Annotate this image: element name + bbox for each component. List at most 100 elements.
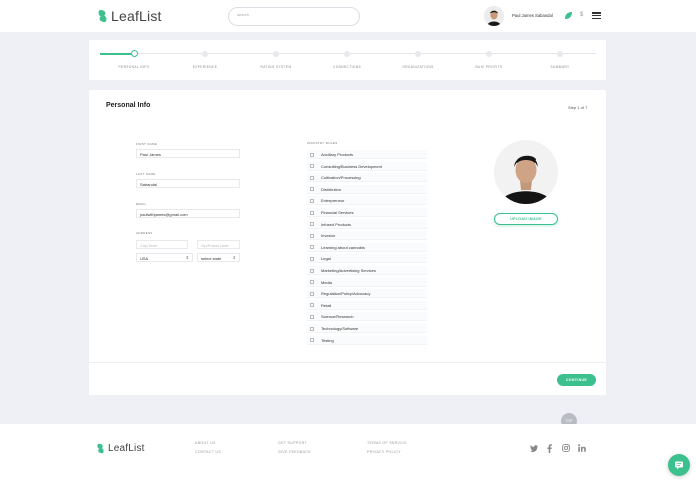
footer-logo[interactable]: LeafList [96,443,145,454]
footer-link-contact[interactable]: CONTACT US [195,450,221,454]
step-label[interactable]: PERSONAL INFO [119,65,150,69]
industry-roles-label: INDUSTRY ROLES [307,141,338,145]
checkbox[interactable] [310,198,314,203]
industry-checkbox-row[interactable]: Cultivation/Processing [307,173,427,183]
twitter-icon[interactable] [530,445,538,452]
footer-logo-text: LeafList [108,443,145,454]
industry-label: Distribution [321,186,342,192]
checkbox[interactable] [310,291,314,296]
industry-label: Technology/Software [321,326,359,331]
chat-button[interactable] [668,454,690,476]
header-logo[interactable]: LeafList [97,8,162,24]
checkbox[interactable] [310,314,314,319]
step-label[interactable]: EXPERIENCE [193,65,218,69]
zip-field[interactable]: Zip/Postal code [197,240,240,249]
state-value: select state [201,256,222,261]
profile-photo [494,140,558,204]
footer-link-about[interactable]: ABOUT US [195,441,216,445]
footer-link-terms[interactable]: TERMS OF SERVICE [367,441,407,445]
logo-text: LeafList [111,8,162,24]
industry-checkbox-row[interactable]: Entrepreneur [307,196,427,206]
checkbox[interactable] [310,280,314,285]
checkbox[interactable] [310,245,314,250]
header-avatar[interactable] [484,6,504,26]
industry-label: Infused Products [321,221,352,227]
last-name-field[interactable]: Sabandal [136,179,240,188]
checkbox[interactable] [310,338,314,343]
industry-label: Cultivation/Processing [321,175,361,181]
industry-label: Regulation/Policy/Advocacy [321,291,371,297]
leaf-icon[interactable] [564,11,573,20]
step-label[interactable]: SUMMARY [550,65,569,69]
industry-checkbox-row[interactable]: Technology/Software [307,324,427,333]
industry-checkbox-row[interactable]: Ancillary Products [307,150,427,159]
footer-link-feedback[interactable]: GIVE FEEDBACK [278,450,311,454]
industry-checkbox-row[interactable]: Regulation/Policy/Advocacy [307,289,427,299]
industry-checkbox-row[interactable]: Science/Research [307,312,427,322]
industry-label: Media [321,279,332,285]
step-label[interactable]: CONNECTIONS [333,65,361,69]
industry-label: Testing [321,337,334,343]
checkbox[interactable] [310,233,314,238]
linkedin-icon[interactable] [578,444,586,452]
instagram-icon[interactable] [562,444,570,452]
step-dot[interactable] [202,50,208,57]
checkbox[interactable] [310,210,314,215]
email-field[interactable]: paulwithjames@gmail.com [136,209,240,218]
industry-checkbox-row[interactable]: Infused Products [307,219,427,229]
step-dot[interactable] [557,50,563,57]
industry-checkbox-row[interactable]: Marketing/Advertising Services [307,266,427,275]
industry-label: Financial Services [321,210,354,215]
menu-icon[interactable] [592,12,601,20]
checkbox[interactable] [310,268,314,273]
checkbox[interactable] [310,187,314,192]
industry-checkbox-row[interactable]: Consulting/Business Development [307,161,427,171]
checkbox[interactable] [310,326,314,331]
first-name-field[interactable]: Paul James [136,149,240,158]
industry-label: Entrepreneur [321,198,345,204]
currency-icon[interactable]: $ [580,12,583,18]
facebook-icon[interactable] [547,444,552,453]
industry-checkbox-row[interactable]: Media [307,277,427,287]
checkbox[interactable] [310,152,314,157]
leaf-logo-icon [98,10,107,22]
footer-link-support[interactable]: GET SUPPORT [278,441,307,445]
step-dot[interactable] [130,50,138,57]
checkbox[interactable] [310,175,314,180]
industry-checkbox-row[interactable]: Learning about cannabis [307,242,427,252]
industry-checkbox-row[interactable]: Distribution [307,184,427,194]
search-placeholder: search [237,12,250,17]
footer-link-privacy[interactable]: PRIVACY POLICY [367,450,401,454]
stepper-progress [100,52,134,55]
step-dot[interactable] [415,50,421,57]
page-title: Personal Info [106,102,151,109]
checkbox[interactable] [310,222,314,227]
last-name-label: LAST NAME [136,172,156,176]
industry-checkbox-row[interactable]: Investor [307,231,427,241]
industry-checkbox-row[interactable]: Financial Services [307,208,427,217]
step-dot[interactable] [486,50,492,57]
checkbox[interactable] [310,164,314,169]
first-name-label: FIRST NAME [136,142,158,146]
country-select[interactable]: USA ⇕ [136,253,193,262]
user-name[interactable]: Paul James Sabandal [512,13,553,18]
search-input[interactable]: search [228,7,360,26]
state-select[interactable]: select state ⇕ [197,253,240,262]
leaf-logo-icon [97,443,104,454]
step-label[interactable]: BUSI PROFITS [476,65,503,69]
city-field[interactable]: City/Town [136,240,188,249]
upload-image-button[interactable]: UPLOAD IMAGE [494,213,558,225]
industry-checkbox-row[interactable]: Legal [307,254,427,264]
step-dot[interactable] [344,50,350,57]
industry-label: Legal [321,256,331,262]
top-label: TOP [565,419,573,423]
step-label[interactable]: RATING SYSTEM [261,65,292,69]
step-label[interactable]: ORGANIZATIONS [402,65,433,69]
continue-button[interactable]: CONTINUE [557,374,596,386]
industry-checkbox-row[interactable]: Testing [307,335,427,345]
checkbox[interactable] [310,256,314,261]
industry-label: Science/Research [321,314,354,320]
industry-checkbox-row[interactable]: Retail [307,300,427,310]
step-dot[interactable] [273,50,279,57]
checkbox[interactable] [310,303,314,308]
